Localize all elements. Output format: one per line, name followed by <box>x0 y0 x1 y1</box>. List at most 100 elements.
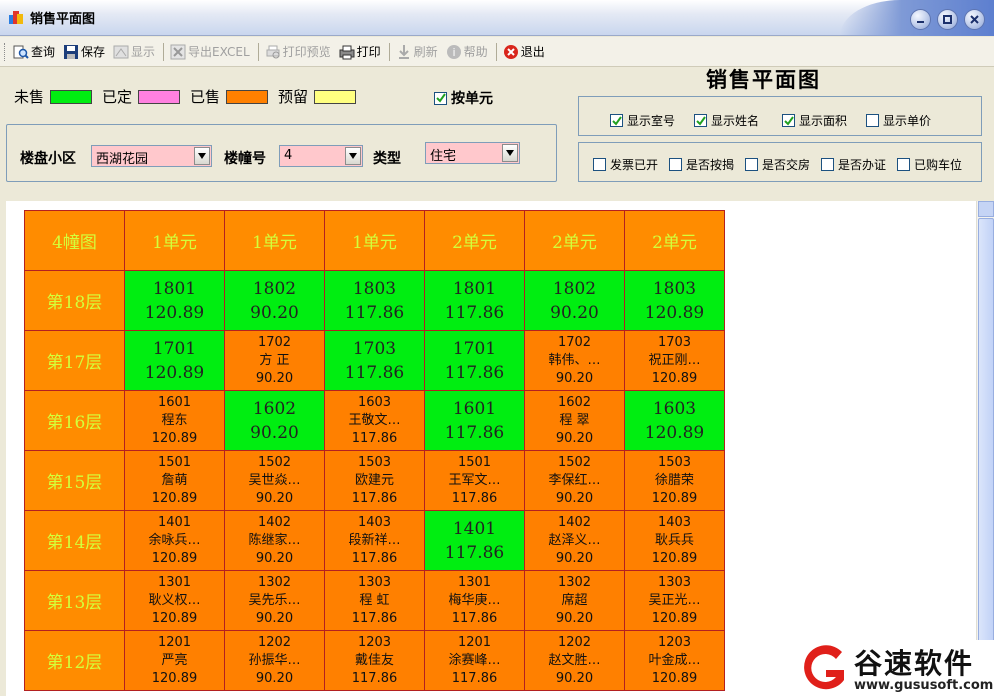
minimize-icon <box>917 21 924 23</box>
checkbox-box[interactable] <box>897 158 910 171</box>
export-excel-button[interactable]: 导出EXCEL <box>170 41 250 63</box>
type-dropdown-button[interactable] <box>502 144 518 162</box>
print-button[interactable]: 打印 <box>339 41 381 63</box>
room-number: 1803 <box>352 278 397 299</box>
building-dropdown-button[interactable] <box>345 147 361 165</box>
room-area: 120.89 <box>151 430 198 446</box>
room-cell[interactable]: 1301 耿义权… 120.89 <box>124 570 225 631</box>
estate-dropdown-button[interactable] <box>194 147 210 165</box>
print-preview-button[interactable]: 打印预览 <box>265 41 331 63</box>
parking-purchased-checkbox[interactable]: 已购车位 <box>897 156 962 173</box>
room-cell[interactable]: 1703 117.86 <box>324 330 425 391</box>
room-cell[interactable]: 1301 梅华庚… 117.86 <box>424 570 525 631</box>
room-cell[interactable]: 1202 孙振华… 90.20 <box>224 630 325 691</box>
minimize-button[interactable] <box>910 9 931 30</box>
checkbox-box[interactable] <box>821 158 834 171</box>
room-cell[interactable]: 1802 90.20 <box>224 270 325 331</box>
room-cell[interactable]: 1501 詹萌 120.89 <box>124 450 225 511</box>
room-cell[interactable]: 1601 117.86 <box>424 390 525 451</box>
room-cell[interactable]: 1603 120.89 <box>624 390 725 451</box>
room-cell[interactable]: 1403 耿兵兵 120.89 <box>624 510 725 571</box>
room-cell[interactable]: 1402 赵泽义… 90.20 <box>524 510 625 571</box>
display-icon <box>113 45 129 58</box>
maximize-button[interactable] <box>937 9 958 30</box>
checkbox-box[interactable] <box>669 158 682 171</box>
buyer-name: 叶金成… <box>648 652 701 668</box>
room-cell-content: 1501 詹萌 120.89 <box>125 451 224 510</box>
scroll-up-button[interactable] <box>978 201 994 217</box>
query-button[interactable]: 查询 <box>13 41 55 63</box>
room-cell-content: 1602 90.20 <box>225 391 324 450</box>
show-unit-price-checkbox[interactable]: 显示单价 <box>866 112 931 129</box>
checkbox-box[interactable] <box>694 114 707 127</box>
help-button[interactable]: i 帮助 <box>446 41 488 63</box>
show-area-checkbox[interactable]: 显示面积 <box>782 112 847 129</box>
checkbox-box[interactable] <box>593 158 606 171</box>
room-cell[interactable]: 1203 戴佳友 117.86 <box>324 630 425 691</box>
room-cell[interactable]: 1602 90.20 <box>224 390 325 451</box>
room-cell[interactable]: 1702 韩伟、… 90.20 <box>524 330 625 391</box>
room-cell[interactable]: 1401 117.86 <box>424 510 525 571</box>
certificate-checkbox[interactable]: 是否办证 <box>821 156 886 173</box>
show-name-checkbox[interactable]: 显示姓名 <box>694 112 759 129</box>
close-button[interactable] <box>964 9 985 30</box>
room-cell[interactable]: 1201 涂赛峰… 117.86 <box>424 630 525 691</box>
room-cell[interactable]: 1201 严亮 120.89 <box>124 630 225 691</box>
mortgage-checkbox[interactable]: 是否按揭 <box>669 156 734 173</box>
show-room-checkbox[interactable]: 显示室号 <box>610 112 675 129</box>
room-cell[interactable]: 1801 117.86 <box>424 270 525 331</box>
checkbox-box[interactable] <box>610 114 623 127</box>
room-cell[interactable]: 1701 117.86 <box>424 330 525 391</box>
room-cell[interactable]: 1202 赵文胜… 90.20 <box>524 630 625 691</box>
by-unit-checkbox[interactable]: 按单元 <box>434 88 493 108</box>
buyer-name: 陈继家… <box>248 532 301 548</box>
room-cell[interactable]: 1203 叶金成… 120.89 <box>624 630 725 691</box>
room-cell[interactable]: 1803 117.86 <box>324 270 425 331</box>
room-cell[interactable]: 1402 陈继家… 90.20 <box>224 510 325 571</box>
buyer-name: 孙振华… <box>248 652 301 668</box>
room-cell[interactable]: 1302 席超 90.20 <box>524 570 625 631</box>
invoice-issued-checkbox[interactable]: 发票已开 <box>593 156 658 173</box>
building-select[interactable]: 4 <box>279 145 363 167</box>
room-cell[interactable]: 1701 120.89 <box>124 330 225 391</box>
checkbox-box[interactable] <box>782 114 795 127</box>
checkbox-box[interactable] <box>866 114 879 127</box>
room-cell[interactable]: 1302 吴先乐… 90.20 <box>224 570 325 631</box>
toolbar-grip[interactable] <box>4 42 7 61</box>
room-cell[interactable]: 1303 吴正光… 120.89 <box>624 570 725 631</box>
table-row: 第18层 1801 120.89 1802 90.20 1803 117.86 1801 117… <box>24 270 725 331</box>
room-cell[interactable]: 1503 徐腊荣 120.89 <box>624 450 725 511</box>
exit-button[interactable]: 退出 <box>503 41 545 63</box>
type-select[interactable]: 住宅 <box>425 142 520 164</box>
grid-corner-label: 4幢图 <box>24 210 125 271</box>
handover-checkbox[interactable]: 是否交房 <box>745 156 810 173</box>
save-button[interactable]: 保存 <box>63 41 105 63</box>
room-cell[interactable]: 1702 方 正 90.20 <box>224 330 325 391</box>
room-cell[interactable]: 1602 程 翠 90.20 <box>524 390 625 451</box>
room-cell[interactable]: 1803 120.89 <box>624 270 725 331</box>
display-button[interactable]: 显示 <box>113 41 155 63</box>
room-cell[interactable]: 1802 90.20 <box>524 270 625 331</box>
buyer-name: 欧建元 <box>354 472 394 488</box>
vertical-scrollbar[interactable] <box>976 201 994 696</box>
room-cell[interactable]: 1303 程 虹 117.86 <box>324 570 425 631</box>
room-cell[interactable]: 1601 程东 120.89 <box>124 390 225 451</box>
checkbox-box[interactable] <box>434 91 447 105</box>
room-cell[interactable]: 1503 欧建元 117.86 <box>324 450 425 511</box>
room-cell[interactable]: 1703 祝正刚… 120.89 <box>624 330 725 391</box>
checkbox-box[interactable] <box>745 158 758 171</box>
room-number: 1803 <box>652 278 697 299</box>
refresh-button[interactable]: 刷新 <box>396 41 438 63</box>
chevron-down-icon <box>198 153 206 159</box>
room-cell[interactable]: 1502 李保红… 90.20 <box>524 450 625 511</box>
room-cell[interactable]: 1401 余咏兵… 120.89 <box>124 510 225 571</box>
scroll-thumb[interactable] <box>978 218 994 683</box>
room-cell[interactable]: 1603 王敬文… 117.86 <box>324 390 425 451</box>
legend-swatch-held <box>314 89 357 104</box>
room-cell[interactable]: 1501 王军文… 117.86 <box>424 450 525 511</box>
room-cell[interactable]: 1403 段新祥… 117.86 <box>324 510 425 571</box>
room-cell[interactable]: 1502 吴世焱… 90.20 <box>224 450 325 511</box>
room-area: 120.89 <box>144 302 205 323</box>
room-cell[interactable]: 1801 120.89 <box>124 270 225 331</box>
estate-select[interactable]: 西湖花园 <box>91 145 212 167</box>
